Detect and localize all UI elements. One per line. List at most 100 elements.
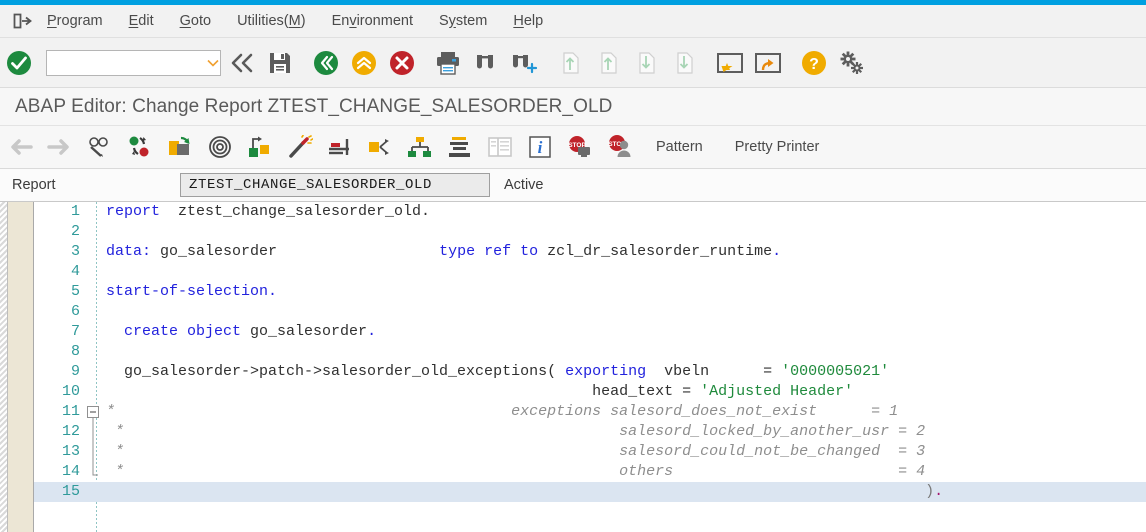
code-editor: 1 report ztest_change_salesorder_old. 2 3 da… xyxy=(0,202,1146,532)
menu-label-program: rogram xyxy=(56,12,103,29)
menu-label-goto: oto xyxy=(190,12,212,29)
code-token: * xyxy=(106,443,125,460)
next-page-icon[interactable] xyxy=(630,47,662,79)
back-arrow-icon[interactable] xyxy=(4,132,36,162)
menu-item-system[interactable]: System xyxy=(426,5,500,38)
pretty-printer-button[interactable]: Pretty Printer xyxy=(719,139,836,155)
last-page-icon[interactable] xyxy=(668,47,700,79)
line-number: 5 xyxy=(70,283,80,300)
code-token: salesord_could_not_be_changed = 3 xyxy=(124,443,926,460)
previous-page-icon[interactable] xyxy=(592,47,624,79)
code-line[interactable]: 9 go_salesorder->patch->salesorder_old_e… xyxy=(34,362,1146,382)
find-next-icon[interactable] xyxy=(508,47,540,79)
code-token: go_salesorder xyxy=(151,243,278,260)
command-field[interactable] xyxy=(25,49,221,76)
print-icon[interactable] xyxy=(432,47,464,79)
first-page-icon[interactable] xyxy=(554,47,586,79)
chevron-down-icon[interactable] xyxy=(206,58,220,68)
exit-arrow-icon[interactable] xyxy=(12,12,34,30)
line-number: 6 xyxy=(70,303,80,320)
code-line[interactable]: 4 xyxy=(34,262,1146,282)
svg-text:?: ? xyxy=(809,56,819,73)
code-line-text: go_salesorder->patch->salesorder_old_exc… xyxy=(106,362,1146,382)
line-number: 15 xyxy=(61,483,80,500)
code-token: * xyxy=(106,463,125,480)
sap-gui-window: Program Edit Goto Utilities(M) Environme… xyxy=(0,0,1146,532)
line-number: 3 xyxy=(70,243,80,260)
code-line[interactable]: 6 xyxy=(34,302,1146,322)
menu-item-edit[interactable]: Edit xyxy=(116,5,167,38)
line-number: 1 xyxy=(70,203,80,220)
activate-icon[interactable] xyxy=(164,132,196,162)
menu-item-help[interactable]: Help xyxy=(500,5,556,38)
code-line[interactable]: 7 create object go_salesorder. xyxy=(34,322,1146,342)
create-session-icon[interactable] xyxy=(714,47,746,79)
editor-margin-strip[interactable] xyxy=(8,202,34,532)
display-change-icon[interactable] xyxy=(84,132,116,162)
save-icon[interactable] xyxy=(264,47,296,79)
split-screen-icon[interactable] xyxy=(484,132,516,162)
outline-icon[interactable] xyxy=(444,132,476,162)
report-label: Report xyxy=(12,177,56,193)
code-token: ztest_change_salesorder_old. xyxy=(160,203,431,220)
create-shortcut-icon[interactable] xyxy=(752,47,784,79)
code-token: type ref to xyxy=(439,243,539,260)
code-line-text: ). xyxy=(106,482,1146,502)
code-line-text: start-of-selection. xyxy=(106,282,1146,302)
customize-layout-icon[interactable] xyxy=(836,47,868,79)
signature-icon[interactable] xyxy=(324,132,356,162)
code-lines-container[interactable]: 1 report ztest_change_salesorder_old. 2 3 da… xyxy=(34,202,1146,532)
code-line[interactable]: 8 xyxy=(34,342,1146,362)
check-activate-icon[interactable] xyxy=(124,132,156,162)
code-line[interactable]: 3 data: go_salesorder type ref to zcl_dr_… xyxy=(34,242,1146,262)
back-green-icon[interactable] xyxy=(310,47,342,79)
fold-end xyxy=(86,462,104,482)
insert-statement-icon[interactable] xyxy=(244,132,276,162)
code-line[interactable]: 15 ). xyxy=(34,482,1146,502)
breakpoint-icon[interactable]: STOP xyxy=(564,132,596,162)
menu-item-utilities[interactable]: Utilities(M) xyxy=(224,5,319,38)
code-line-text: report ztest_change_salesorder_old. xyxy=(106,202,1146,222)
code-token: head_text = xyxy=(106,383,701,400)
code-token: 'Adjusted Header' xyxy=(700,383,854,400)
exit-yellow-icon[interactable] xyxy=(348,47,380,79)
code-token: create object xyxy=(106,323,242,340)
report-status-text: Active xyxy=(504,177,544,193)
code-token: others = 4 xyxy=(124,463,926,480)
code-line[interactable]: 14 * others = 4 xyxy=(34,462,1146,482)
navigate-icon[interactable] xyxy=(364,132,396,162)
code-token: . xyxy=(367,323,377,340)
cancel-red-icon[interactable] xyxy=(386,47,418,79)
code-line[interactable]: 5 start-of-selection. xyxy=(34,282,1146,302)
pretty-format-icon[interactable] xyxy=(284,132,316,162)
code-line[interactable]: 2 xyxy=(34,222,1146,242)
menu-item-environment[interactable]: Environment xyxy=(319,5,426,38)
line-number: 11 xyxy=(61,403,80,420)
object-list-icon[interactable] xyxy=(404,132,436,162)
code-line-text: * exceptions salesord_does_not_exist = 1 xyxy=(106,402,1146,422)
menu-item-program[interactable]: Program xyxy=(34,5,116,38)
editor-left-edge xyxy=(0,202,8,532)
code-line-text: * others = 4 xyxy=(106,462,1146,482)
menu-item-goto[interactable]: Goto xyxy=(167,5,224,38)
code-line-text: * salesord_locked_by_another_usr = 2 xyxy=(106,422,1146,442)
where-used-icon[interactable] xyxy=(204,132,236,162)
line-number: 2 xyxy=(70,223,80,240)
code-line[interactable]: 10 head_text = 'Adjusted Header' xyxy=(34,382,1146,402)
code-token: go_salesorder xyxy=(241,323,368,340)
line-number: 10 xyxy=(61,383,80,400)
code-line[interactable]: 1 report ztest_change_salesorder_old. xyxy=(34,202,1146,222)
code-line[interactable]: 13 * salesord_could_not_be_changed = 3 xyxy=(34,442,1146,462)
back-double-chevron-icon[interactable] xyxy=(226,47,258,79)
find-icon[interactable] xyxy=(470,47,502,79)
pattern-button[interactable]: Pattern xyxy=(640,139,719,155)
info-icon[interactable]: i xyxy=(524,132,556,162)
report-name-field[interactable]: ZTEST_CHANGE_SALESORDER_OLD xyxy=(180,173,490,197)
forward-arrow-icon[interactable] xyxy=(44,132,76,162)
help-icon[interactable]: ? xyxy=(798,47,830,79)
code-line[interactable]: 12 * salesord_locked_by_another_usr = 2 xyxy=(34,422,1146,442)
command-input[interactable] xyxy=(25,50,206,75)
collapse-minus-icon[interactable] xyxy=(86,402,104,422)
user-breakpoint-icon[interactable]: STOP xyxy=(604,132,636,162)
code-line[interactable]: 11 * exceptions salesord_does_not_exist =… xyxy=(34,402,1146,422)
